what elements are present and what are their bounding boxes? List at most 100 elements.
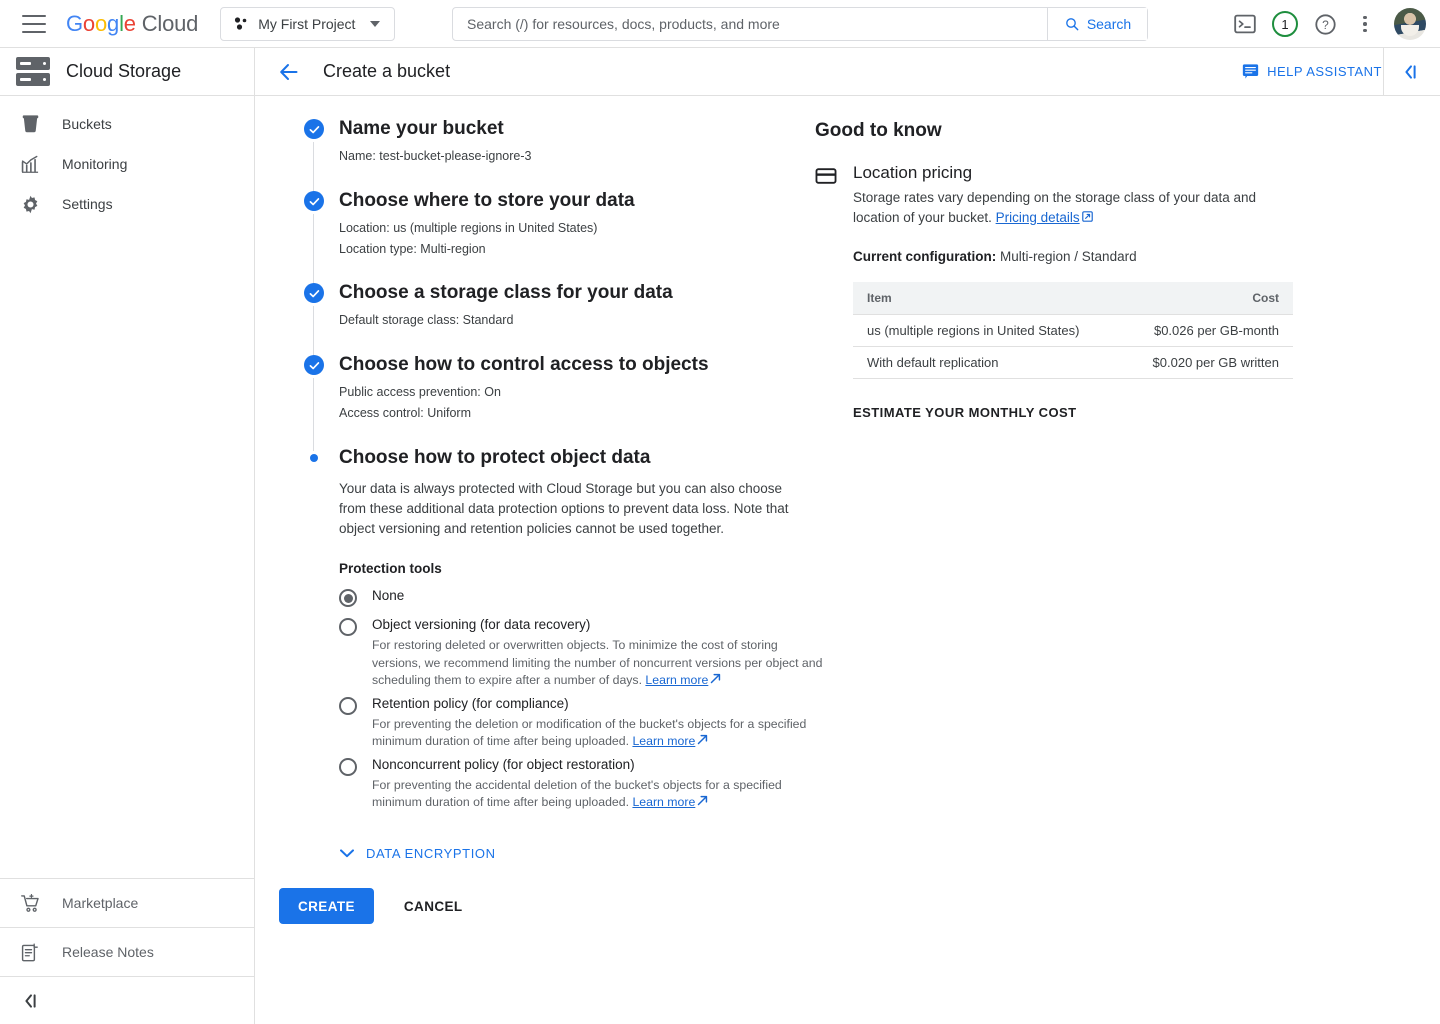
collapse-sidebar-icon[interactable]	[0, 976, 255, 1024]
chart-icon	[20, 154, 40, 174]
user-avatar[interactable]	[1394, 8, 1426, 40]
pricing-details-link[interactable]: Pricing details	[996, 210, 1080, 225]
current-configuration-value: Multi-region / Standard	[1000, 249, 1137, 264]
radio-label: Object versioning (for data recovery)	[372, 617, 591, 632]
help-assistant-label: HELP ASSISTANT	[1267, 64, 1382, 79]
step-status-active-icon	[304, 448, 318, 462]
google-cloud-logo[interactable]: Google Cloud	[66, 11, 198, 37]
table-cell-item: us (multiple regions in United States)	[853, 314, 1121, 347]
product-header: Cloud Storage	[0, 48, 254, 96]
page-title: Create a bucket	[323, 61, 451, 81]
sidebar-item-marketplace[interactable]: Marketplace	[0, 878, 255, 927]
project-selector[interactable]: My First Project	[220, 6, 396, 41]
search-input[interactable]	[453, 8, 1047, 40]
radio-description-text: For restoring deleted or overwritten obj…	[372, 638, 823, 687]
notifications-badge[interactable]: 1	[1268, 7, 1302, 41]
learn-more-link[interactable]: Learn more	[632, 795, 695, 809]
step-choose-location[interactable]: Choose where to store your data Location…	[280, 188, 820, 286]
product-title: Cloud Storage	[66, 61, 182, 81]
step-detail: Access control: Uniform	[339, 406, 471, 420]
step-status-complete-icon	[304, 119, 324, 139]
radio-option-nonconcurrent-policy[interactable]: Nonconcurrent policy (for object restora…	[339, 755, 820, 812]
radio-button[interactable]	[339, 589, 357, 607]
step-detail: Public access prevention: On	[339, 385, 501, 399]
section-title: Location pricing	[853, 163, 973, 182]
learn-more-label: Learn more	[632, 734, 696, 748]
help-icon[interactable]: ?	[1308, 7, 1342, 41]
project-dots-icon	[235, 16, 247, 30]
back-arrow-icon[interactable]	[277, 60, 301, 84]
protection-tools-radio-group: None Object versioning (for data recover…	[339, 586, 822, 812]
estimate-monthly-cost-button[interactable]: ESTIMATE YOUR MONTHLY COST	[853, 405, 1077, 420]
radio-button[interactable]	[339, 696, 357, 715]
radio-description-text: For preventing the deletion or modificat…	[372, 716, 807, 749]
left-navigation: Cloud Storage Buckets Monitoring Setting…	[0, 48, 255, 1024]
radio-label: None	[372, 588, 405, 603]
top-app-bar: Google Cloud My First Project Search (/)…	[0, 0, 1440, 48]
table-row: us (multiple regions in United States) $…	[853, 314, 1293, 347]
pricing-table: Item Cost us (multiple regions in United…	[853, 282, 1293, 379]
step-protect-object-data[interactable]: Choose how to protect object data Your d…	[280, 445, 822, 812]
hamburger-icon[interactable]	[22, 14, 46, 33]
table-cell-cost: $0.020 per GB written	[1120, 346, 1293, 379]
step-summary: Location: us (multiple regions in United…	[339, 218, 820, 260]
sidebar-item-buckets[interactable]: Buckets	[0, 104, 254, 144]
radio-option-object-versioning[interactable]: Object versioning (for data recovery) Fo…	[339, 615, 822, 690]
protection-tools-label: Protection tools	[339, 561, 442, 576]
bucket-icon	[20, 114, 40, 134]
sidebar-item-release-notes[interactable]: Release Notes	[0, 927, 255, 976]
table-cell-cost: $0.026 per GB-month	[1120, 314, 1293, 347]
project-name: My First Project	[258, 15, 356, 32]
radio-option-retention-policy[interactable]: Retention policy (for compliance) For pr…	[339, 694, 820, 751]
terminal-icon[interactable]	[1228, 7, 1262, 41]
radio-button[interactable]	[339, 618, 357, 636]
step-connector	[313, 378, 314, 451]
step-connector	[313, 306, 314, 358]
data-encryption-label: DATA ENCRYPTION	[366, 845, 496, 861]
help-assistant-button[interactable]: HELP ASSISTANT	[1242, 63, 1382, 80]
sidebar-item-monitoring[interactable]: Monitoring	[0, 144, 254, 184]
radio-description: For restoring deleted or overwritten obj…	[372, 637, 830, 690]
learn-more-label: Learn more	[632, 795, 696, 809]
radio-option-none[interactable]: None	[339, 586, 820, 607]
search-button-label: Search	[1086, 16, 1132, 32]
learn-more-link[interactable]: Learn more	[632, 734, 695, 748]
page-header: Create a bucket HELP ASSISTANT	[255, 48, 1440, 96]
config-label-text: Current configuration	[853, 249, 992, 264]
learn-more-label: Learn more	[645, 673, 709, 687]
radio-button[interactable]	[339, 757, 357, 776]
current-configuration-label: Current configuration:	[853, 249, 997, 264]
step-status-complete-icon	[304, 355, 324, 375]
sidebar-item-label: Settings	[62, 196, 113, 212]
cancel-button[interactable]: CANCEL	[388, 888, 479, 924]
release-notes-icon	[20, 942, 40, 962]
kebab-menu-icon[interactable]	[1348, 7, 1382, 41]
data-encryption-expander[interactable]: DATA ENCRYPTION	[340, 846, 496, 861]
search-bar[interactable]: Search	[452, 7, 1148, 41]
table-cell-item: With default replication	[853, 346, 1121, 379]
chevron-down-icon	[370, 20, 381, 27]
section-paragraph: Storage rates vary depending on the stor…	[853, 188, 1293, 228]
search-button[interactable]: Search	[1047, 8, 1147, 40]
step-title: Choose where to store your data	[339, 190, 635, 211]
learn-more-link[interactable]: Learn more	[645, 673, 708, 687]
step-detail: Location: us (multiple regions in United…	[339, 221, 598, 235]
step-title: Choose how to protect object data	[339, 447, 651, 468]
step-access-control[interactable]: Choose how to control access to objects …	[280, 352, 820, 451]
step-detail: Name: test-bucket-please-ignore-3	[339, 149, 532, 163]
create-button[interactable]: CREATE	[279, 888, 374, 924]
step-summary: Default storage class: Standard	[339, 310, 820, 331]
sidebar-item-settings[interactable]: Settings	[0, 184, 254, 224]
step-summary: Public access prevention: On Access cont…	[339, 382, 820, 424]
main-content: Name your bucket Name: test-bucket-pleas…	[255, 96, 1440, 1024]
column-header-cost: Cost	[1120, 282, 1293, 315]
step-storage-class[interactable]: Choose a storage class for your data Def…	[280, 280, 820, 358]
top-bar-actions: 1 ?	[1228, 0, 1426, 48]
radio-description: For preventing the deletion or modificat…	[372, 716, 830, 751]
step-name-your-bucket[interactable]: Name your bucket Name: test-bucket-pleas…	[280, 116, 820, 194]
external-link-icon	[1081, 208, 1093, 228]
collapse-panel-icon[interactable]	[1383, 48, 1440, 95]
pricing-details-label: Pricing details	[995, 210, 1080, 225]
table-row: With default replication $0.020 per GB w…	[853, 346, 1293, 379]
panel-heading: Good to know	[815, 120, 942, 141]
